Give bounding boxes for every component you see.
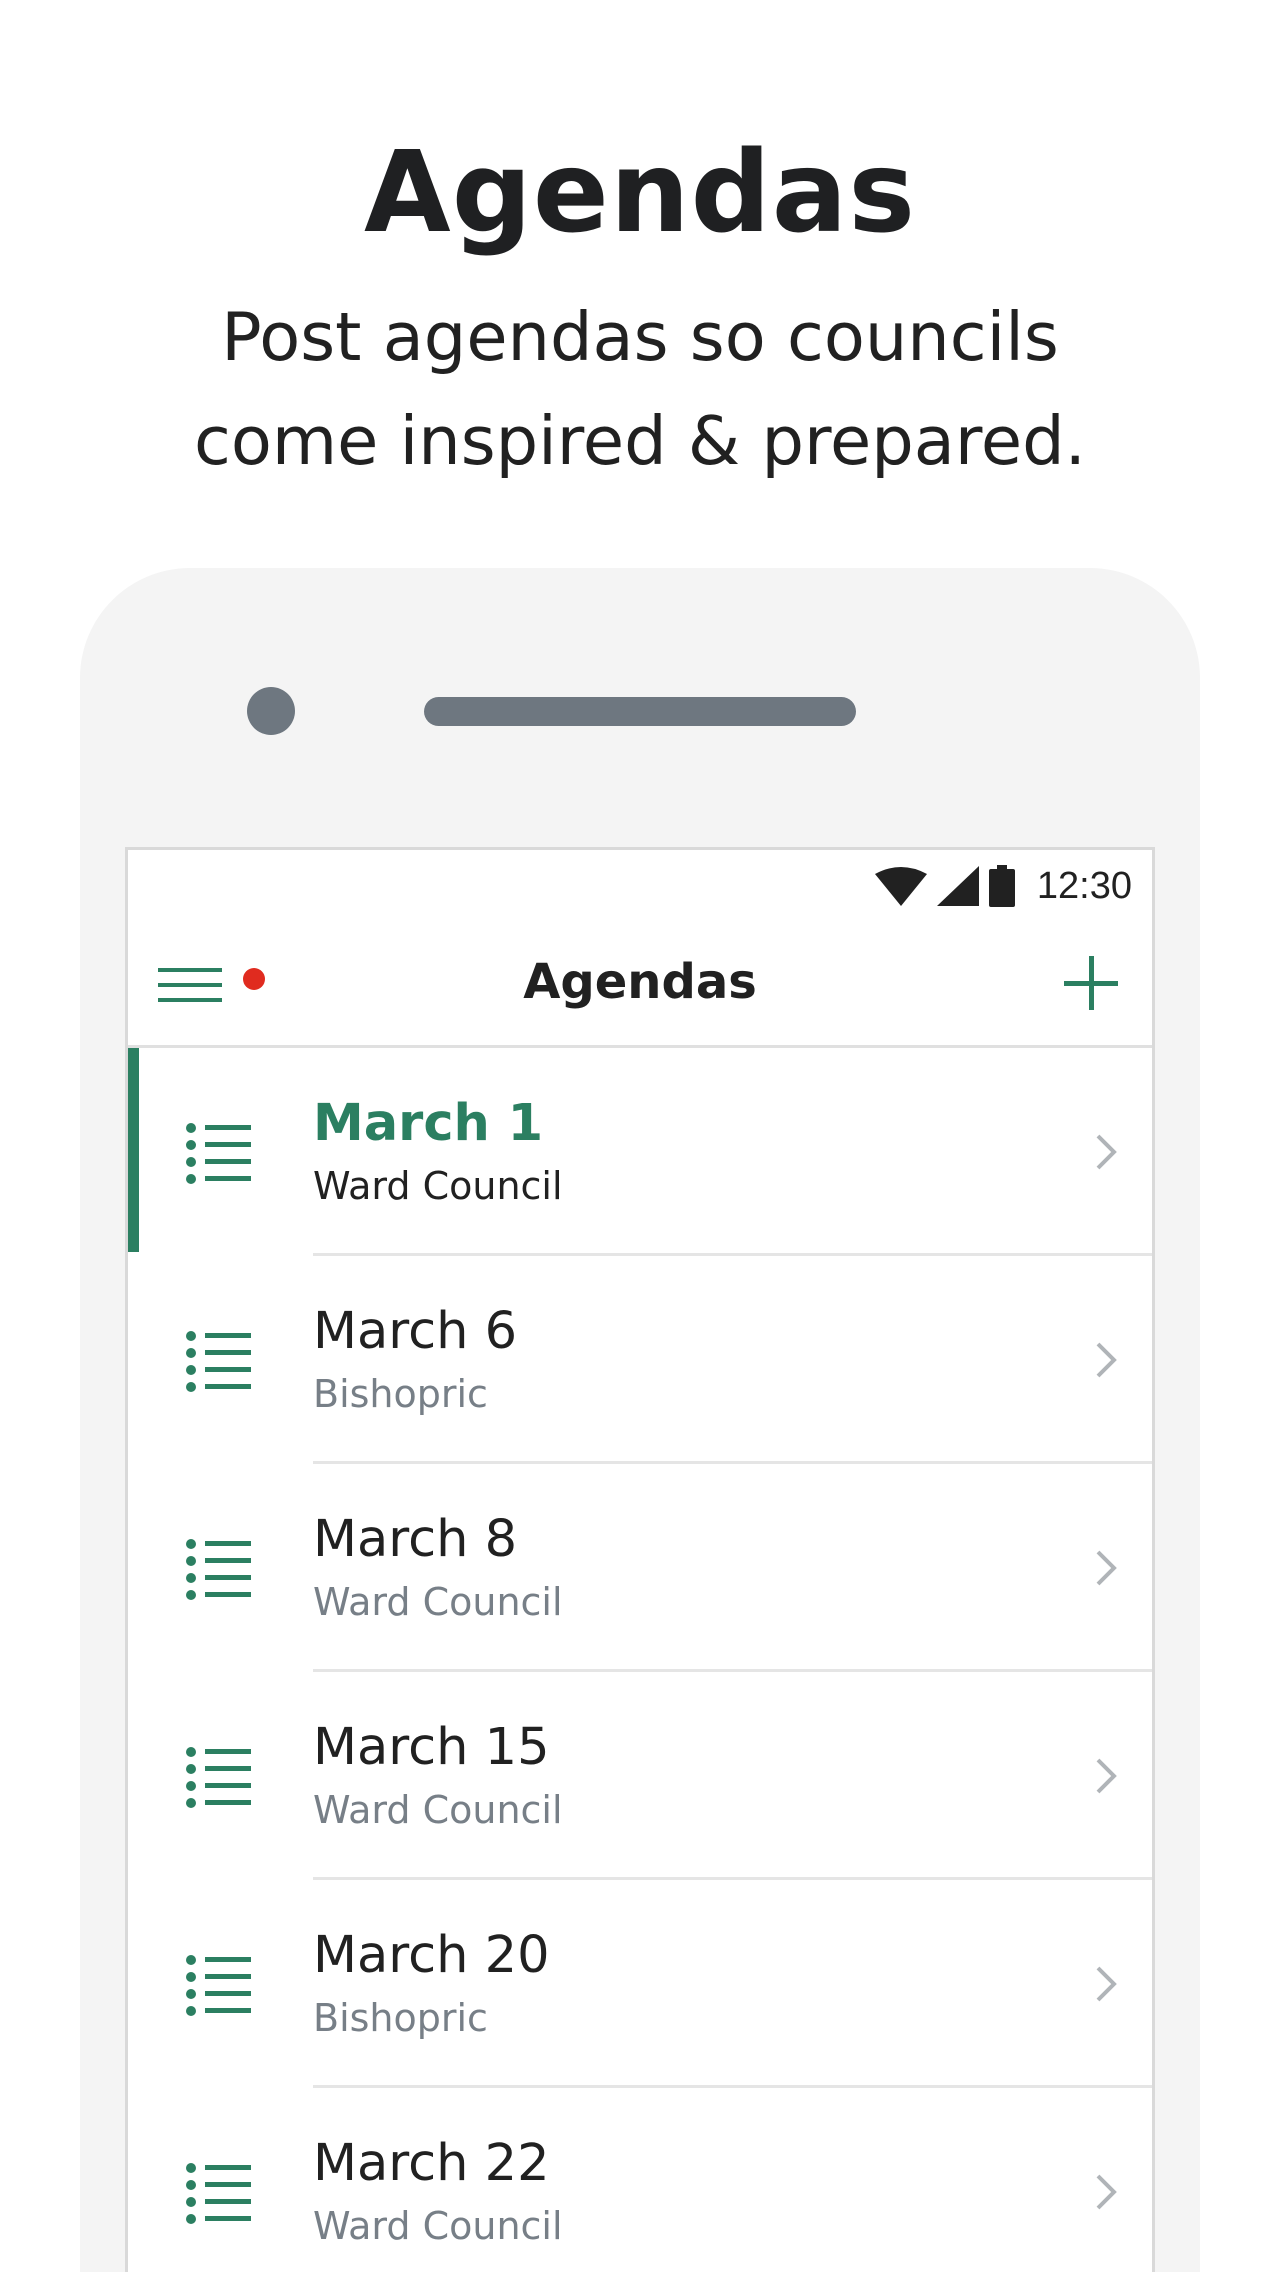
agenda-council: Ward Council: [313, 1580, 563, 1624]
agenda-council: Ward Council: [313, 1164, 563, 1208]
plus-icon: [1064, 956, 1118, 1010]
chevron-right-icon: [1096, 1758, 1117, 1794]
agenda-date: March 20: [313, 1926, 550, 1985]
agenda-row-5[interactable]: March 20 Bishopric: [128, 1880, 1152, 2088]
agenda-council: Ward Council: [313, 2204, 563, 2248]
selected-indicator: [128, 1048, 139, 1252]
status-icons: 12:30: [874, 864, 1132, 908]
cell-signal-icon: [936, 866, 979, 906]
hero-subtitle: Post agendas so councils come inspired &…: [0, 285, 1280, 493]
agenda-list-icon: [186, 1747, 251, 1808]
agenda-row-6[interactable]: March 22 Ward Council: [128, 2088, 1152, 2272]
agenda-date: March 1: [313, 1094, 544, 1153]
agenda-row-2[interactable]: March 6 Bishopric: [128, 1256, 1152, 1464]
agenda-list-icon: [186, 1539, 251, 1600]
app-bar-title: Agendas: [523, 954, 757, 1010]
agenda-list-icon: [186, 2163, 251, 2224]
agenda-list: March 1 Ward Council March 6 Bishopric M…: [128, 1048, 1152, 2272]
chevron-right-icon: [1096, 1550, 1117, 1586]
agenda-row-4[interactable]: March 15 Ward Council: [128, 1672, 1152, 1880]
agenda-date: March 8: [313, 1510, 518, 1569]
phone-screen: 12:30 Agendas March 1 Ward Council March…: [125, 847, 1155, 2272]
agenda-date: March 15: [313, 1718, 550, 1777]
agenda-date: March 6: [313, 1302, 518, 1361]
agenda-date: March 22: [313, 2134, 550, 2193]
hero-subtitle-line-2: come inspired & prepared.: [194, 402, 1086, 480]
agenda-council: Ward Council: [313, 1788, 563, 1832]
wifi-icon: [874, 867, 927, 906]
phone-speaker: [424, 697, 856, 726]
agenda-list-icon: [186, 1955, 251, 2016]
status-bar: 12:30: [128, 850, 1152, 920]
chevron-right-icon: [1096, 1966, 1117, 2002]
chevron-right-icon: [1096, 1342, 1117, 1378]
agenda-list-icon: [186, 1331, 251, 1392]
agenda-council: Bishopric: [313, 1996, 488, 2040]
agenda-list-icon: [186, 1123, 251, 1184]
phone-camera: [247, 687, 295, 735]
battery-icon: [988, 865, 1015, 907]
chevron-right-icon: [1096, 1134, 1117, 1170]
hero-title: Agendas: [364, 128, 916, 258]
agenda-council: Bishopric: [313, 1372, 488, 1416]
add-agenda-button[interactable]: [1058, 950, 1124, 1016]
status-time: 12:30: [1036, 864, 1132, 907]
chevron-right-icon: [1096, 2174, 1117, 2210]
agenda-row-1[interactable]: March 1 Ward Council: [128, 1048, 1152, 1256]
agenda-row-3[interactable]: March 8 Ward Council: [128, 1464, 1152, 1672]
app-bar: Agendas: [128, 920, 1152, 1048]
hero-subtitle-line-1: Post agendas so councils: [221, 298, 1059, 376]
